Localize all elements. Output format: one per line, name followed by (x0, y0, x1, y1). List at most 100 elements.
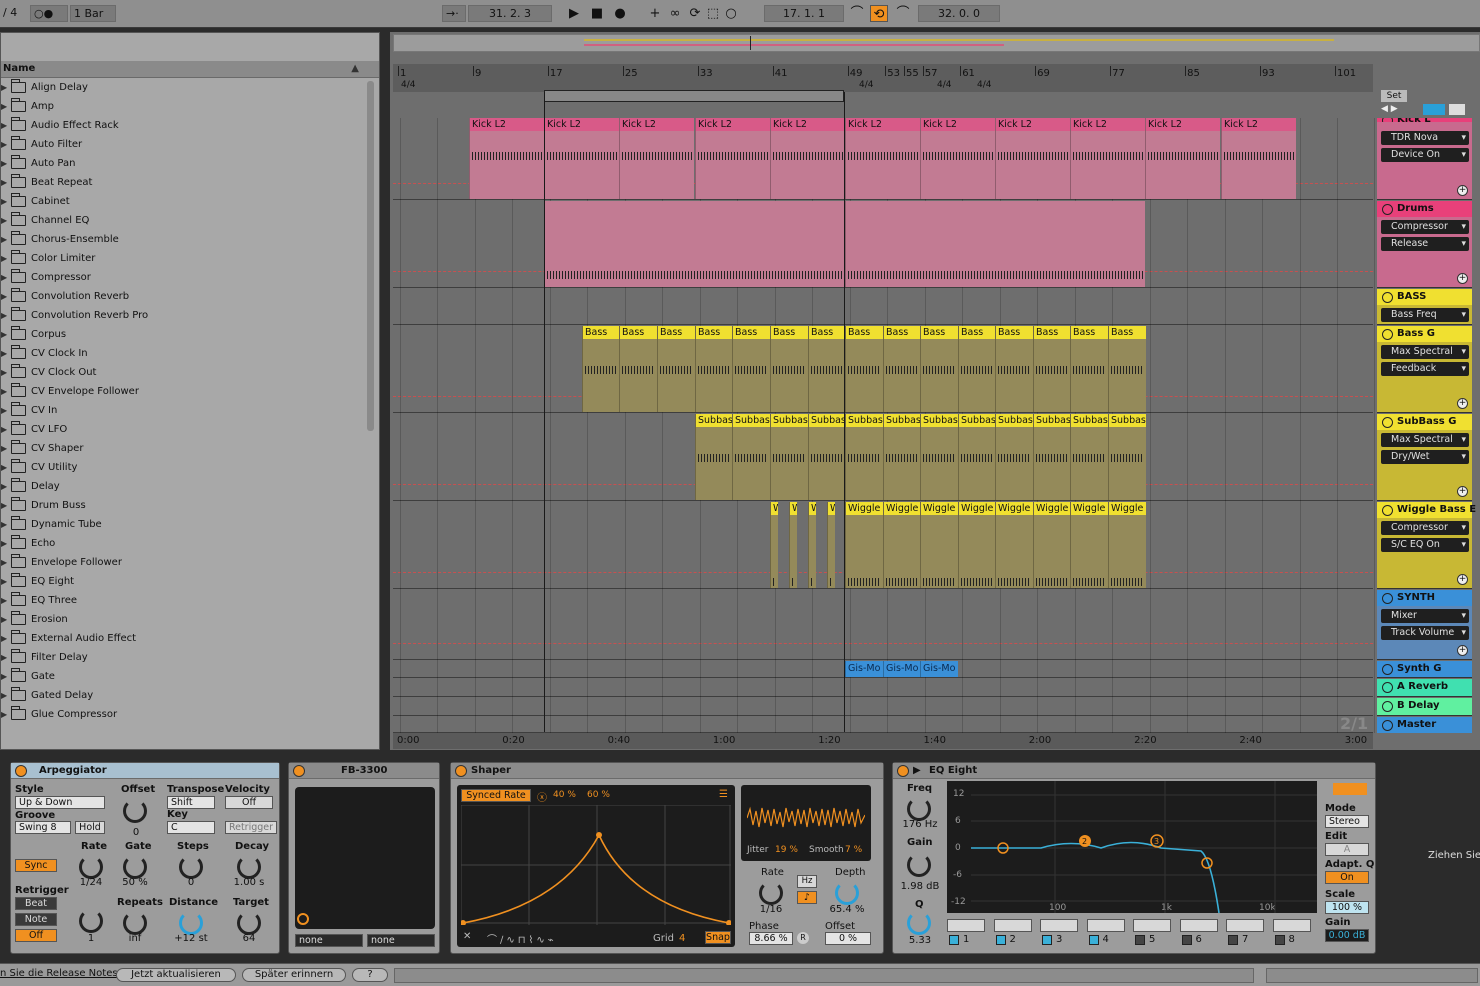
play-icon[interactable]: ▶ (565, 5, 583, 22)
depth-knob[interactable] (835, 881, 859, 905)
expand-arrow-icon[interactable]: ▶ (1, 230, 7, 249)
browser-item[interactable]: ▶ Channel EQ (1, 211, 361, 230)
add-icon[interactable]: + (1457, 273, 1468, 284)
overview-strip[interactable] (393, 34, 1480, 52)
band-filter-type-select[interactable] (1179, 919, 1218, 932)
clip[interactable]: Wiggle (1070, 502, 1108, 588)
browser-item[interactable]: ▶ Beat Repeat (1, 173, 361, 192)
fb3300-select-2[interactable]: none (367, 934, 435, 947)
clip[interactable]: Wiggle (995, 502, 1033, 588)
clip[interactable] (845, 201, 1145, 287)
browser-item[interactable]: ▶ EQ Three (1, 591, 361, 610)
track-lane[interactable] (393, 698, 1373, 716)
hold-button[interactable]: Hold (75, 821, 105, 834)
expand-arrow-icon[interactable]: ▶ (1, 610, 7, 629)
expand-arrow-icon[interactable]: ▶ (1, 534, 7, 553)
expand-arrow-icon[interactable]: ▶ (1, 173, 7, 192)
output-gain-value[interactable]: 0.00 dB (1325, 929, 1369, 942)
jitter-value[interactable]: 19 % (775, 845, 798, 855)
clip[interactable]: Kick L2 (469, 118, 544, 199)
track-header[interactable]: B Delay (1377, 698, 1472, 716)
add-icon[interactable]: + (1457, 398, 1468, 409)
clip[interactable]: Kick L2 (920, 118, 995, 199)
clip[interactable]: Bass (920, 326, 958, 412)
browser-item[interactable]: ▶ Corpus (1, 325, 361, 344)
clip[interactable]: Wiggle (1108, 502, 1146, 588)
smooth-value[interactable]: 7 % (845, 845, 862, 855)
clip[interactable]: Wiggle (845, 502, 883, 588)
clip[interactable]: Bass (732, 326, 770, 412)
bar-ruler[interactable]: 1 9 17 25 33 41 49 53 55 57 61 69 77 85 93 101 4/4 4/4 4/4… (393, 64, 1373, 92)
track-control-select[interactable]: Dry/Wet (1381, 450, 1469, 464)
circle-icon[interactable]: ○ (722, 5, 740, 22)
punch-in-icon[interactable]: ⌒ (848, 5, 866, 22)
track-header[interactable]: Kick LTDR NovaDevice On+ (1377, 112, 1472, 200)
browser-item[interactable]: ▶ Convolution Reverb Pro (1, 306, 361, 325)
expand-arrow-icon[interactable]: ▶ (1, 458, 7, 477)
offset-knob[interactable] (123, 799, 147, 823)
clip[interactable]: W (789, 502, 797, 588)
band-filter-type-select[interactable] (1133, 919, 1171, 932)
track-name[interactable]: Master (1377, 717, 1472, 733)
expand-arrow-icon[interactable]: ▶ (1, 477, 7, 496)
track-control-select[interactable]: Track Volume (1381, 626, 1469, 640)
target-knob[interactable] (237, 911, 261, 935)
groove-select[interactable]: Swing 8 (15, 821, 71, 834)
retrigger-off-button[interactable]: Off (15, 929, 57, 942)
expand-arrow-icon[interactable]: ▶ (1, 97, 7, 116)
link-locator-icon[interactable] (1423, 104, 1445, 115)
time-signature[interactable]: / 4 (0, 5, 26, 22)
clip[interactable]: Kick L2 (619, 118, 694, 199)
clip[interactable]: Wiggle (958, 502, 996, 588)
shaper-title-bar[interactable]: Shaper (451, 763, 883, 779)
band-toggle-checkbox[interactable] (1228, 935, 1238, 945)
clip[interactable]: Bass (1070, 326, 1108, 412)
clip[interactable]: Subbass (845, 414, 883, 500)
clip[interactable]: Kick L2 (1070, 118, 1145, 199)
clip[interactable]: Bass (695, 326, 733, 412)
track-control-select[interactable]: Release (1381, 237, 1469, 251)
time-signature-marker[interactable]: 4/4 (401, 80, 415, 90)
browser-item[interactable]: ▶ Color Limiter (1, 249, 361, 268)
clip[interactable]: W (827, 502, 835, 588)
expand-arrow-icon[interactable]: ▶ (1, 686, 7, 705)
clip[interactable]: Subbass (920, 414, 958, 500)
track-name[interactable]: B Delay (1377, 698, 1472, 714)
band-toggle-checkbox[interactable] (995, 935, 1006, 945)
browser-item[interactable]: ▶ Erosion (1, 610, 361, 629)
eq-title-bar[interactable]: ▶ EQ Eight (893, 763, 1375, 779)
browser-item[interactable]: ▶ Drum Buss (1, 496, 361, 515)
clip[interactable]: Bass (883, 326, 921, 412)
clip[interactable]: Bass (770, 326, 808, 412)
sort-icon[interactable]: ▲ (351, 61, 359, 77)
browser-item[interactable]: ▶ Compressor (1, 268, 361, 287)
clip[interactable]: Subbass (732, 414, 770, 500)
time-signature-marker[interactable]: 4/4 (859, 80, 873, 90)
loop-length[interactable]: 32. 0. 0 (918, 5, 1000, 22)
browser-item[interactable]: ▶ CV Clock Out (1, 363, 361, 382)
browser-item[interactable]: ▶ CV Clock In (1, 344, 361, 363)
clip[interactable] (544, 201, 844, 287)
expand-arrow-icon[interactable]: ▶ (1, 135, 7, 154)
snap-button[interactable]: Snap (705, 931, 731, 944)
clip[interactable]: Kick L2 (845, 118, 920, 199)
track-control-select[interactable]: Max Spectral (1381, 433, 1469, 447)
browser-item[interactable]: ▶ External Audio Effect (1, 629, 361, 648)
track-control-select[interactable]: Device On (1381, 148, 1469, 162)
band-filter-type-select[interactable] (1226, 919, 1264, 932)
track-header[interactable]: Wiggle Bass E Compressor S/C EQ On + (1377, 502, 1476, 589)
scale-value[interactable]: 100 % (1325, 901, 1369, 914)
expand-arrow-icon[interactable]: ▶ (1, 268, 7, 287)
song-position[interactable]: 31. 2. 3 (468, 5, 552, 22)
browser-item[interactable]: ▶ Dynamic Tube (1, 515, 361, 534)
spectrum-icon[interactable] (1333, 783, 1367, 795)
expand-arrow-icon[interactable]: ▶ (1, 249, 7, 268)
xy-handle-icon[interactable] (297, 913, 309, 925)
add-icon[interactable]: + (1457, 486, 1468, 497)
browser-item[interactable]: ▶ CV In (1, 401, 361, 420)
key-select[interactable]: C (167, 821, 215, 834)
track-control-select[interactable]: TDR Nova (1381, 131, 1469, 145)
link-icon[interactable]: ∞ (666, 5, 684, 22)
clip[interactable]: Wiggle (883, 502, 921, 588)
freq-knob[interactable] (907, 797, 931, 821)
